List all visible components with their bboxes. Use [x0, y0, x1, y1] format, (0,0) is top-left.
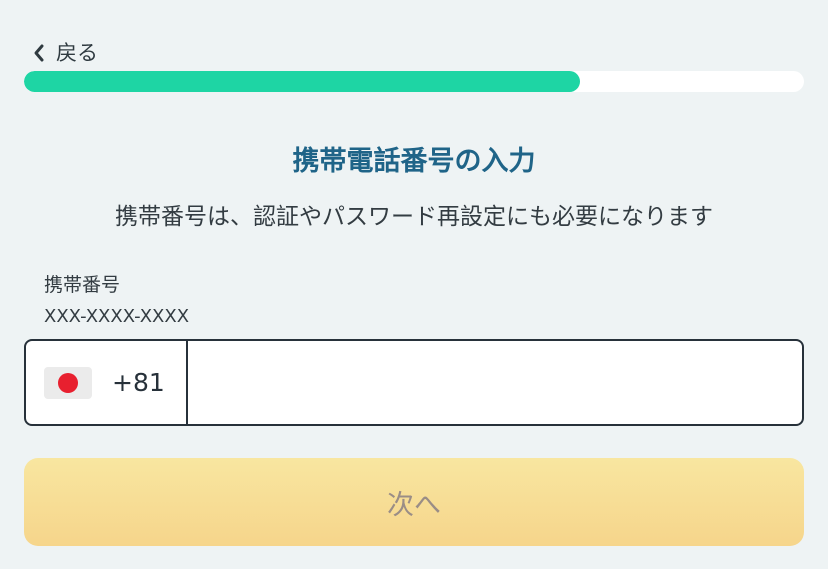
page-subtitle: 携帯番号は、認証やパスワード再設定にも必要になります [115, 204, 713, 230]
back-button[interactable]: 戻る [28, 38, 98, 68]
phone-input-group: +81 [24, 339, 804, 426]
page-title: 携帯電話番号の入力 [292, 146, 536, 177]
progress-bar-fill [24, 71, 581, 92]
progress-bar [24, 71, 804, 92]
country-code-selector[interactable]: +81 [26, 341, 188, 424]
next-button[interactable]: 次へ [24, 458, 804, 546]
phone-number-input[interactable] [188, 341, 802, 424]
phone-format-hint: XXX-XXXX-XXXX [44, 306, 190, 327]
dial-code: +81 [112, 368, 165, 397]
phone-field-label: 携帯番号 [44, 274, 121, 296]
back-label: 戻る [56, 41, 98, 65]
chevron-left-icon [28, 38, 50, 68]
flag-sun-disc [58, 372, 78, 393]
japan-flag-icon [44, 366, 92, 399]
